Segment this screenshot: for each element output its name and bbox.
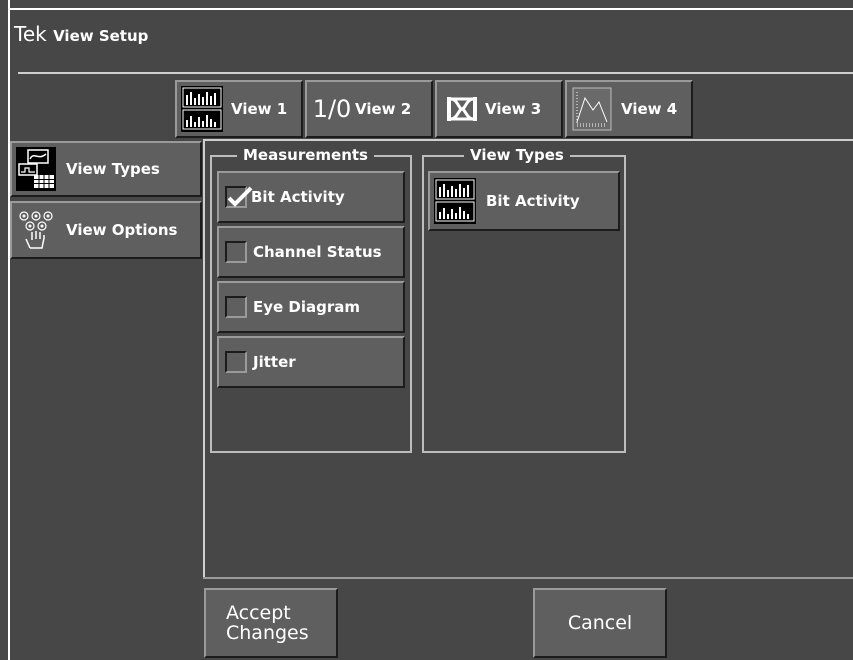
accept-changes-label: Accept Changes [226,602,309,644]
content-divider-bottom [203,577,853,579]
tab-view-1[interactable]: View 1 [175,80,303,138]
measurement-bit-activity[interactable]: Bit Activity [217,171,405,223]
view-options-icon [16,208,56,252]
measurement-eye-diagram[interactable]: Eye Diagram [217,281,405,333]
view-type-bit-activity[interactable]: Bit Activity [428,171,620,231]
eye-diagram-icon [441,86,483,132]
view-types-group-title: View Types [464,146,570,164]
tab-label: View 4 [621,100,678,118]
measurement-label: Channel Status [253,243,382,261]
tab-label: View 1 [231,100,288,118]
sidebar-item-label: View Options [66,221,178,239]
content-divider-top [205,139,853,141]
measurement-jitter[interactable]: Jitter [217,336,405,388]
eye-diagram-checkbox[interactable] [225,296,247,318]
window-title: Tek View Setup [14,22,148,46]
tab-view-4[interactable]: View 4 [565,80,693,138]
jitter-checkbox[interactable] [225,351,247,373]
view-types-icon [16,147,56,191]
bar-graph-icon [181,86,223,132]
sidebar-item-view-types[interactable]: View Types [10,141,202,197]
sidebar-item-view-options[interactable]: View Options [10,201,202,259]
measurement-label: Eye Diagram [253,298,361,316]
jitter-plot-icon [571,86,613,132]
bit-activity-checkbox[interactable] [225,186,253,208]
window-frame-left [8,0,10,660]
view-type-label: Bit Activity [486,192,580,210]
measurement-channel-status[interactable]: Channel Status [217,226,405,278]
window-frame-top [8,8,853,10]
measurement-label: Jitter [253,353,296,371]
measurement-label: Bit Activity [251,188,345,206]
bar-graph-icon [434,178,476,224]
measurements-group-title: Measurements [237,146,374,164]
tab-view-3[interactable]: View 3 [435,80,563,138]
tab-view-2[interactable]: 1/0 View 2 [305,80,433,138]
one-zero-icon: 1/0 [312,95,352,123]
title-label: View Setup [53,27,149,45]
cancel-label: Cancel [567,612,633,634]
sidebar-item-label: View Types [66,160,160,178]
title-divider [18,72,853,74]
tab-label: View 3 [485,100,542,118]
cancel-button[interactable]: Cancel [533,588,667,658]
channel-status-checkbox[interactable] [225,241,247,263]
content-divider-left [203,139,205,577]
tab-label: View 2 [355,100,412,118]
brand-label: Tek [14,22,47,46]
accept-changes-button[interactable]: Accept Changes [204,588,338,658]
